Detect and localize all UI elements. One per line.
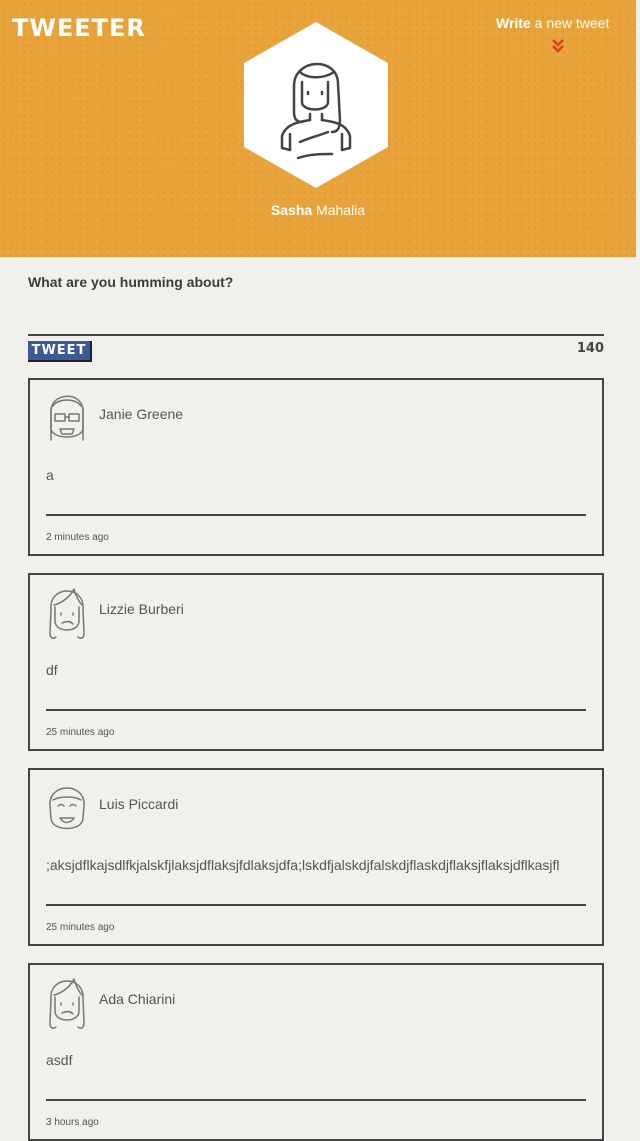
tweet-author[interactable]: Janie Greene — [99, 406, 183, 422]
profile-name: Sasha Mahalia — [0, 202, 636, 218]
tweet-card: Luis Piccardi ;aksjdflkajsdlfkjalskfjlak… — [28, 768, 604, 946]
tweet-divider — [46, 514, 586, 516]
tweet-timestamp: 3 hours ago — [46, 1117, 99, 1128]
tweet-author[interactable]: Lizzie Burberi — [99, 601, 184, 617]
tweet-timestamp: 25 minutes ago — [46, 727, 115, 738]
woman-avatar-icon — [49, 588, 85, 639]
write-link-rest: a new tweet — [530, 15, 610, 31]
man-avatar-icon — [49, 787, 85, 830]
tweet-body: asdf — [46, 1052, 73, 1068]
double-chevron-down-icon[interactable] — [551, 38, 565, 54]
write-new-tweet-link[interactable]: Write a new tweet — [496, 15, 609, 31]
profile-avatar — [244, 22, 388, 188]
tweet-divider — [46, 709, 586, 711]
tweet-body: df — [46, 662, 58, 678]
profile-first-name: Sasha — [270, 202, 313, 218]
profile-last-name: Mahalia — [312, 202, 366, 218]
tweet-author[interactable]: Ada Chiarini — [99, 991, 175, 1007]
tweet-input[interactable] — [28, 298, 604, 336]
woman-glasses-avatar-icon — [50, 395, 84, 441]
woman-avatar-icon — [49, 978, 85, 1029]
tweet-card: Ada Chiarini asdf 3 hours ago — [28, 963, 604, 1141]
tweet-card: Janie Greene a 2 minutes ago — [28, 378, 604, 556]
compose-prompt: What are you humming about? — [28, 274, 234, 290]
tweet-divider — [46, 904, 586, 906]
profile-header: TWEETER Write a new tweet Sasha Mahalia — [0, 0, 636, 257]
tweet-body: ;aksjdflkajsdlfkjalskfjlaksjdflaksjfdlak… — [46, 857, 560, 873]
tweet-button[interactable]: TWEET — [28, 341, 92, 362]
tweet-divider — [46, 1099, 586, 1101]
app-logo[interactable]: TWEETER — [12, 14, 146, 42]
tweet-body: a — [46, 467, 54, 483]
tweet-timestamp: 2 minutes ago — [46, 532, 109, 543]
char-count: 140 — [576, 341, 604, 356]
write-link-bold: Write — [496, 15, 531, 31]
tweet-card: Lizzie Burberi df 25 minutes ago — [28, 573, 604, 751]
tweet-timestamp: 25 minutes ago — [46, 922, 115, 933]
scrollbar-gutter — [636, 0, 640, 257]
tweet-author[interactable]: Luis Piccardi — [99, 796, 178, 812]
